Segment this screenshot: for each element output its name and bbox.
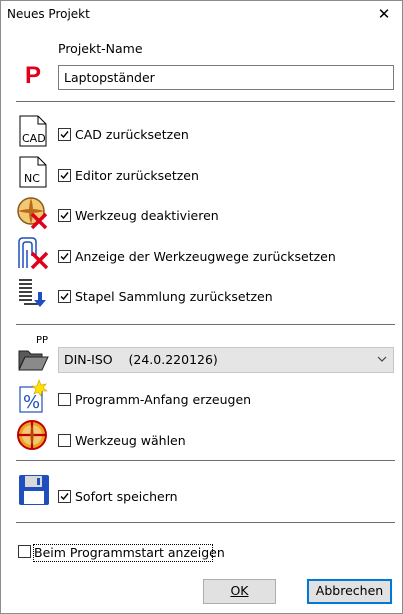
pp-icon-text: PP xyxy=(36,335,49,346)
batch-reset-icon xyxy=(19,279,46,307)
title-bar: Neues Projekt ✕ xyxy=(1,1,402,27)
program-icon-text: % xyxy=(23,392,40,413)
program-start-checkbox[interactable] xyxy=(58,393,71,406)
cancel-button[interactable]: Abbrechen xyxy=(307,579,392,604)
project-icon: P xyxy=(25,62,42,89)
show-on-startup-checkbox[interactable] xyxy=(18,545,31,558)
program-start-icon: % xyxy=(19,379,48,413)
editor-reset-checkbox[interactable] xyxy=(58,169,71,182)
toolpath-reset-icon xyxy=(18,237,49,270)
chevron-down-icon xyxy=(377,356,387,362)
separator-1 xyxy=(16,101,395,102)
cad-file-icon: CAD xyxy=(19,115,47,147)
tool-select-checkbox[interactable] xyxy=(58,434,71,447)
toolpath-reset-label: Anzeige der Werkzeugwege zurücksetzen xyxy=(75,249,336,264)
save-immediately-checkbox[interactable] xyxy=(58,490,71,503)
dialog-window: Neues Projekt ✕ Projekt-Name P Laptopstä… xyxy=(0,0,403,614)
cancel-button-label: Abbrechen xyxy=(315,583,384,598)
batch-reset-label: Stapel Sammlung zurücksetzen xyxy=(75,289,273,304)
toolpath-reset-checkbox[interactable] xyxy=(58,250,71,263)
tool-disable-label: Werkzeug deaktivieren xyxy=(75,208,219,223)
cad-icon-text: CAD xyxy=(22,132,46,145)
postprocessor-value: DIN-ISO (24.0.220126) xyxy=(64,352,218,367)
ok-button[interactable]: OK xyxy=(203,579,276,604)
separator-4 xyxy=(16,522,395,523)
tool-disable-icon xyxy=(17,197,48,230)
separator-2 xyxy=(16,324,395,325)
separator-3 xyxy=(16,460,395,461)
close-button[interactable]: ✕ xyxy=(374,4,394,24)
folder-open-icon[interactable] xyxy=(18,347,50,371)
save-immediately-label: Sofort speichern xyxy=(75,489,178,504)
nc-file-icon: NC xyxy=(19,156,47,188)
project-name-label: Projekt-Name xyxy=(58,41,143,56)
editor-reset-label: Editor zurücksetzen xyxy=(75,168,199,183)
project-name-value: Laptopständer xyxy=(64,70,155,85)
batch-reset-checkbox[interactable] xyxy=(58,290,71,303)
postprocessor-select[interactable]: DIN-ISO (24.0.220126) xyxy=(58,347,394,373)
tool-disable-checkbox[interactable] xyxy=(58,209,71,222)
tool-select-icon xyxy=(17,420,47,450)
tool-select-label: Werkzeug wählen xyxy=(75,433,186,448)
project-name-input[interactable]: Laptopständer xyxy=(58,65,394,90)
show-on-startup-label: Beim Programmstart anzeigen xyxy=(34,545,225,560)
ok-button-label: OK xyxy=(230,583,249,598)
cad-reset-label: CAD zurücksetzen xyxy=(75,127,189,142)
cad-reset-checkbox[interactable] xyxy=(58,128,71,141)
nc-icon-text: NC xyxy=(24,172,40,185)
window-title: Neues Projekt xyxy=(7,7,90,21)
floppy-disk-icon xyxy=(19,475,49,505)
program-start-label: Programm-Anfang erzeugen xyxy=(75,392,252,407)
